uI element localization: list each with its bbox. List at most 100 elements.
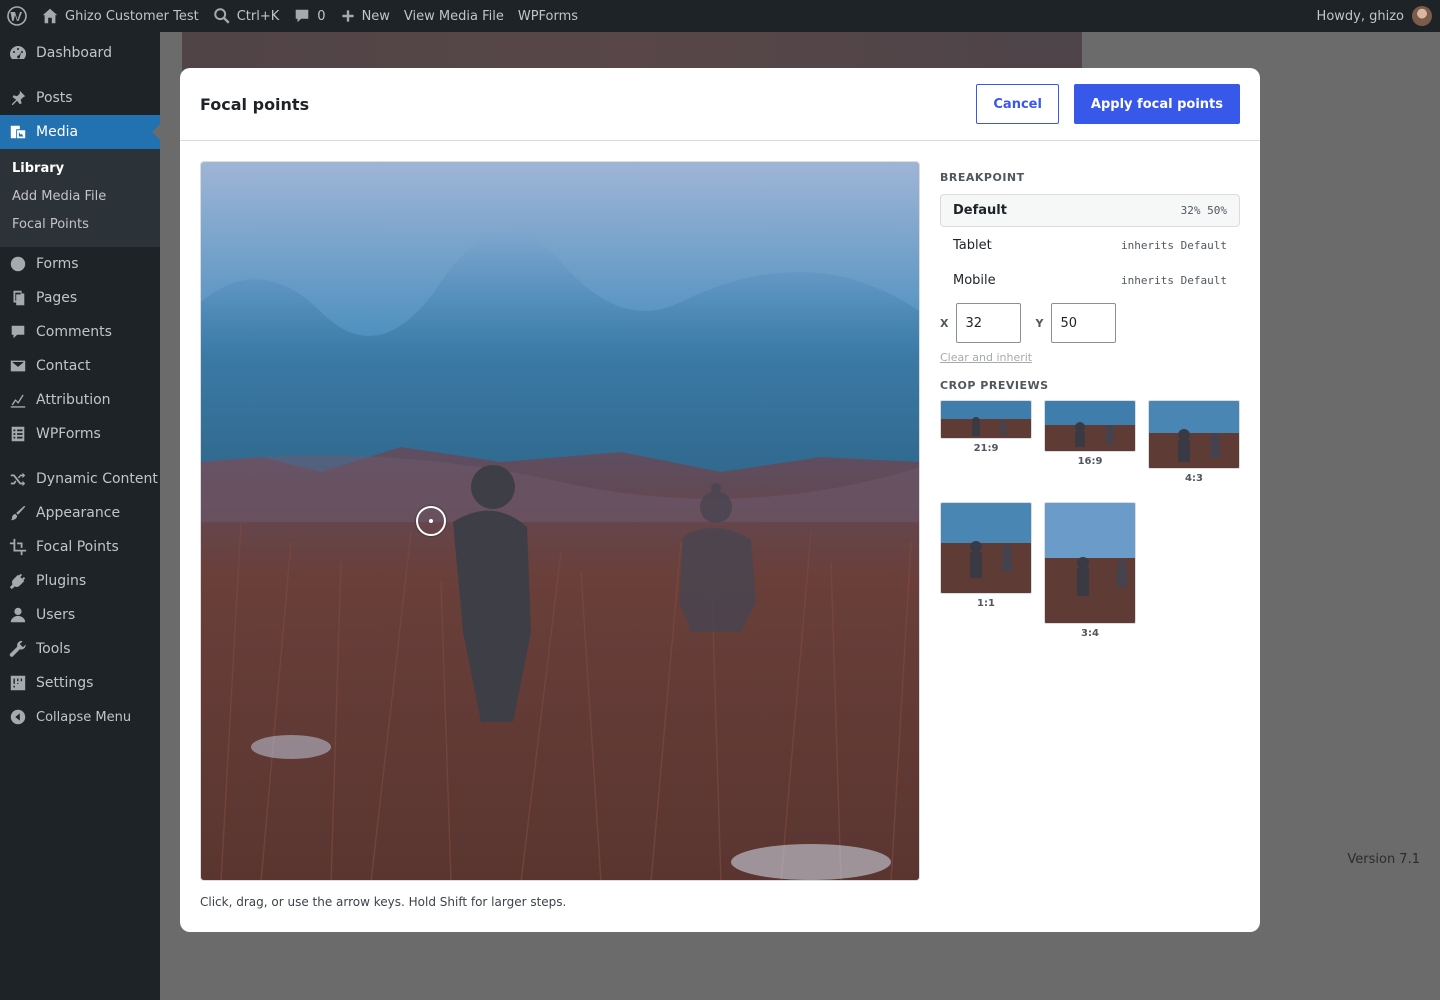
crop-label: 21:9 <box>973 443 999 454</box>
wrench-icon <box>8 639 28 659</box>
submenu-focal-points[interactable]: Focal Points <box>0 211 160 239</box>
sidebar-item-pages[interactable]: Pages <box>0 281 160 315</box>
view-media-link[interactable]: View Media File <box>397 0 511 32</box>
apply-focal-points-button[interactable]: Apply focal points <box>1073 84 1240 124</box>
crop-label: 3:4 <box>1081 628 1099 639</box>
breakpoint-name: Tablet <box>953 238 992 253</box>
comments-count: 0 <box>317 8 326 24</box>
sidebar-item-plugins[interactable]: Plugins <box>0 564 160 598</box>
editor-hint: Click, drag, or use the arrow keys. Hold… <box>200 895 567 909</box>
y-label: Y <box>1035 316 1044 330</box>
sidebar-label: Collapse Menu <box>36 709 132 725</box>
sidebar-label: Posts <box>36 90 73 106</box>
site-name-link[interactable]: Ghizo Customer Test <box>34 0 206 32</box>
sidebar-item-appearance[interactable]: Appearance <box>0 496 160 530</box>
sidebar-label: Users <box>36 607 76 623</box>
x-label: X <box>940 316 949 330</box>
focal-settings-panel: BREAKPOINT Default 32% 50% Tablet inheri… <box>940 161 1240 670</box>
sidebar-label: Plugins <box>36 573 87 589</box>
avatar <box>1412 6 1432 26</box>
sidebar-item-forms[interactable]: Forms <box>0 247 160 281</box>
wordpress-logo[interactable] <box>0 0 34 32</box>
sidebar-label: Appearance <box>36 505 121 521</box>
forms-icon <box>8 254 28 274</box>
wpforms-link[interactable]: WPForms <box>511 0 585 32</box>
admin-bar: Ghizo Customer Test Ctrl+K 0 New View Me… <box>0 0 1440 32</box>
sidebar-label: Contact <box>36 358 91 374</box>
sidebar-label: Settings <box>36 675 94 691</box>
new-label: New <box>361 8 390 24</box>
sidebar-item-wpforms[interactable]: WPForms <box>0 417 160 451</box>
modal-title: Focal points <box>200 94 310 114</box>
account-menu[interactable]: Howdy, ghizo <box>1317 6 1440 26</box>
envelope-icon <box>8 356 28 376</box>
breakpoint-value: inherits Default <box>1121 274 1227 287</box>
sidebar-label: Dashboard <box>36 45 112 61</box>
sidebar-label: Comments <box>36 324 112 340</box>
wpforms-icon <box>8 424 28 444</box>
plus-icon <box>341 10 354 22</box>
collapse-icon <box>8 707 28 727</box>
new-content-link[interactable]: New <box>333 0 397 32</box>
media-icon <box>8 122 28 142</box>
crop-previews: 21:9 16:9 4:3 1:1 3:4 <box>940 400 1240 670</box>
crop-preview-16-9: 16:9 <box>1044 400 1136 467</box>
crop-preview-4-3: 4:3 <box>1148 400 1240 484</box>
crop-thumbnail <box>940 502 1032 594</box>
sidebar-item-dashboard[interactable]: Dashboard <box>0 36 160 70</box>
sidebar-label: Forms <box>36 256 79 272</box>
crop-label: 1:1 <box>977 598 995 609</box>
modal-header: Focal points Cancel Apply focal points <box>180 68 1260 141</box>
submenu-library[interactable]: Library <box>0 155 160 183</box>
collapse-menu-button[interactable]: Collapse Menu <box>0 700 160 734</box>
command-search[interactable]: Ctrl+K <box>206 0 287 32</box>
coordinate-inputs: X Y <box>940 303 1240 343</box>
sidebar-item-comments[interactable]: Comments <box>0 315 160 349</box>
sidebar-label: Pages <box>36 290 78 306</box>
comments-link[interactable]: 0 <box>286 0 332 32</box>
x-input[interactable] <box>956 303 1022 343</box>
background-media-preview <box>182 32 1082 72</box>
breakpoint-name: Default <box>953 203 1007 218</box>
sidebar-item-contact[interactable]: Contact <box>0 349 160 383</box>
crop-thumbnail <box>1148 400 1240 469</box>
pages-icon <box>8 288 28 308</box>
sidebar-item-tools[interactable]: Tools <box>0 632 160 666</box>
wordpress-icon <box>7 6 27 26</box>
home-icon <box>42 8 58 24</box>
clear-and-inherit-link[interactable]: Clear and inherit <box>940 351 1032 364</box>
sidebar-item-focal-points[interactable]: Focal Points <box>0 530 160 564</box>
sidebar-item-settings[interactable]: Settings <box>0 666 160 700</box>
y-input[interactable] <box>1051 303 1117 343</box>
crop-preview-1-1: 1:1 <box>940 502 1032 609</box>
focal-points-modal: Focal points Cancel Apply focal points C… <box>180 68 1260 932</box>
sidebar-item-users[interactable]: Users <box>0 598 160 632</box>
version-text: Version 7.1 <box>1347 852 1420 867</box>
sidebar-label: Media <box>36 124 79 140</box>
search-shortcut: Ctrl+K <box>236 8 280 24</box>
media-submenu: Library Add Media File Focal Points <box>0 149 160 247</box>
photo-foggy-field <box>201 162 919 880</box>
sidebar-item-dynamic-content[interactable]: Dynamic Content <box>0 462 160 496</box>
site-name: Ghizo Customer Test <box>65 8 199 24</box>
sidebar-label: Tools <box>36 641 71 657</box>
breakpoint-mobile[interactable]: Mobile inherits Default <box>940 264 1240 297</box>
cancel-button[interactable]: Cancel <box>976 84 1059 124</box>
focal-point-image-editor[interactable] <box>200 161 920 881</box>
wpforms-label: WPForms <box>517 8 579 24</box>
focal-point-handle[interactable] <box>415 506 446 536</box>
sidebar-item-attribution[interactable]: Attribution <box>0 383 160 417</box>
admin-sidebar: Dashboard Posts Media Library Add Media … <box>0 32 160 1000</box>
sidebar-label: Attribution <box>36 392 111 408</box>
crop-preview-3-4: 3:4 <box>1044 502 1136 639</box>
breakpoint-default[interactable]: Default 32% 50% <box>940 194 1240 227</box>
breakpoint-tablet[interactable]: Tablet inherits Default <box>940 229 1240 262</box>
sidebar-item-posts[interactable]: Posts <box>0 81 160 115</box>
sidebar-label: WPForms <box>36 426 101 442</box>
crop-label: 4:3 <box>1185 473 1203 484</box>
chart-line-icon <box>8 390 28 410</box>
shuffle-icon <box>8 469 28 489</box>
submenu-add-media[interactable]: Add Media File <box>0 183 160 211</box>
sidebar-item-media[interactable]: Media <box>0 115 160 149</box>
crop-icon <box>8 537 28 557</box>
